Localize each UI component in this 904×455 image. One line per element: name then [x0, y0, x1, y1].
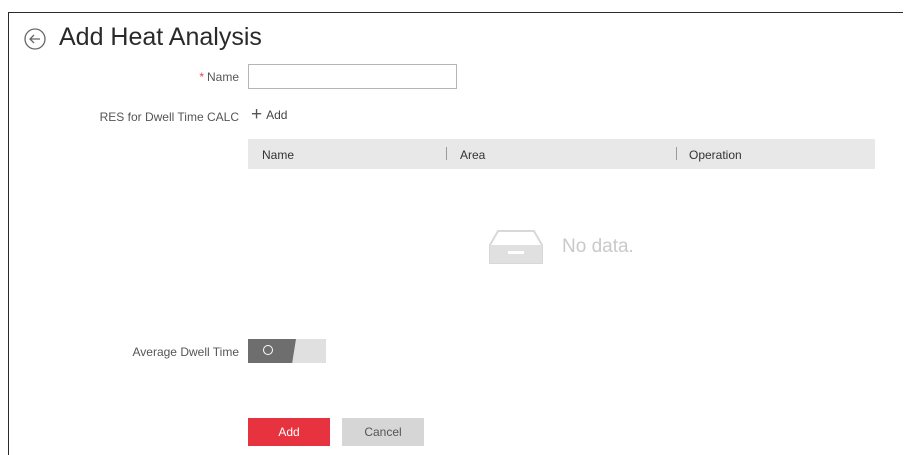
page-title: Add Heat Analysis — [59, 23, 262, 51]
toggle-off-icon — [263, 345, 273, 355]
add-button[interactable]: Add — [248, 418, 330, 446]
name-label-text: Name — [206, 70, 239, 84]
back-arrow-icon[interactable] — [24, 28, 46, 50]
cancel-button[interactable]: Cancel — [342, 418, 424, 446]
plus-icon: + — [251, 104, 263, 125]
average-dwell-toggle[interactable] — [248, 339, 326, 363]
res-label: RES for Dwell Time CALC — [99, 110, 239, 124]
column-header-area: Area — [460, 148, 486, 162]
column-header-name: Name — [262, 148, 295, 162]
empty-state: No data. — [488, 228, 634, 266]
column-header-operation: Operation — [689, 148, 742, 162]
name-input[interactable] — [248, 64, 457, 89]
average-dwell-label: Average Dwell Time — [132, 345, 240, 359]
empty-inbox-icon — [489, 230, 543, 264]
column-divider — [446, 147, 447, 160]
name-label: * Name — [199, 70, 239, 84]
column-divider — [676, 147, 677, 160]
add-res-button[interactable]: + Add — [251, 104, 288, 125]
table-header: Name Area Operation — [248, 139, 875, 169]
required-mark: * — [199, 70, 204, 84]
add-res-label: Add — [266, 108, 288, 122]
empty-text: No data. — [562, 236, 634, 257]
